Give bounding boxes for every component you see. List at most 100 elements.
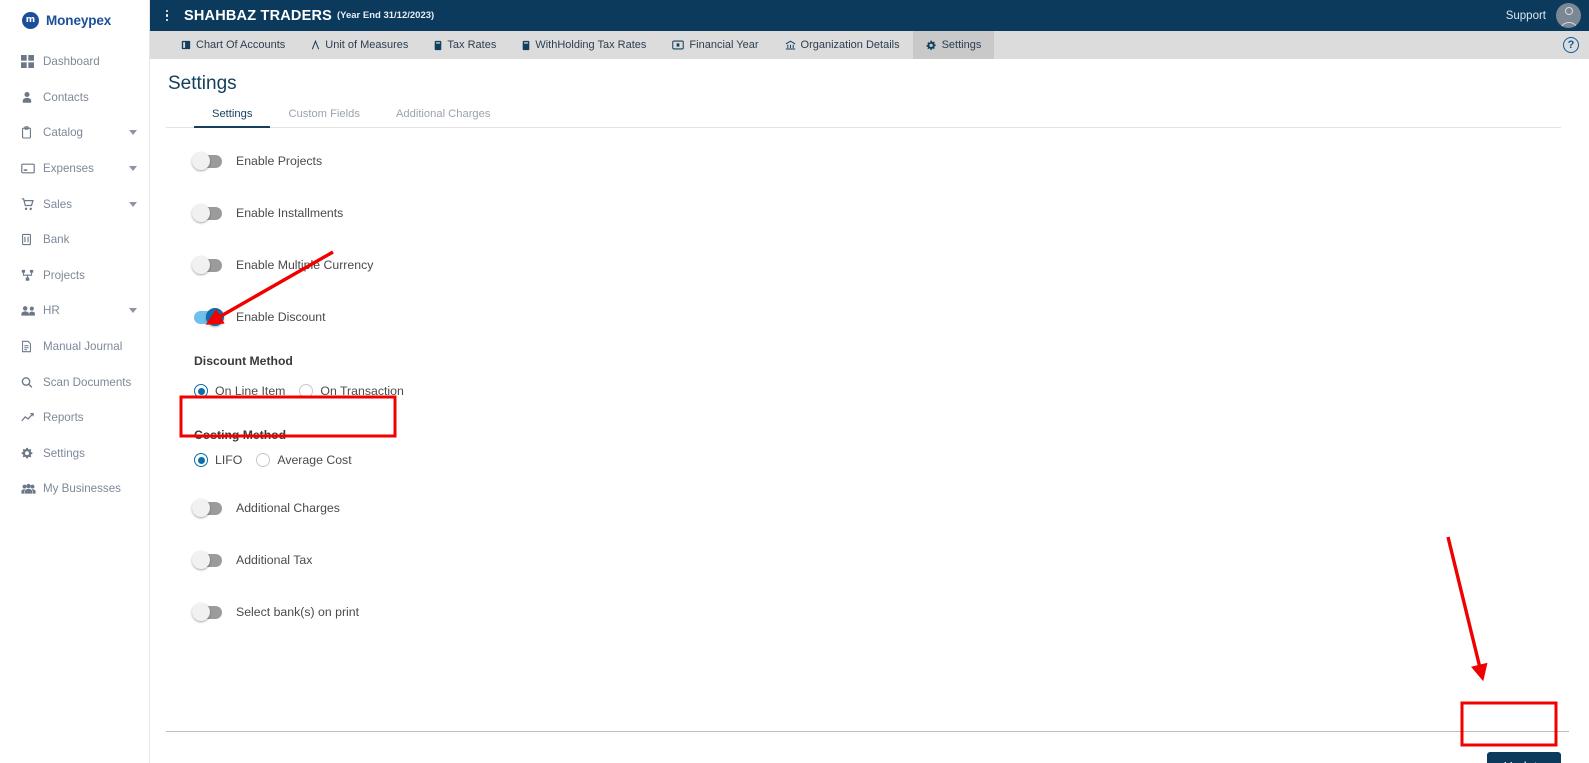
radio-dot-icon [256,453,271,467]
sidebar-item-catalog[interactable]: Catalog [0,115,149,151]
sidebar: m Moneypex Dashboard Contacts Catalog Ex… [0,0,150,763]
moneypex-logo-icon: m [22,12,39,29]
setting-enable-multiple-currency[interactable]: Enable Multiple Currency [192,254,1569,276]
radio-dot-icon [194,384,208,398]
radio-lifo[interactable]: LIFO [194,453,242,467]
user-avatar-icon[interactable] [1556,3,1581,28]
sidebar-item-reports[interactable]: Reports [0,400,149,436]
bank-icon [785,40,796,50]
toggle-enable-projects[interactable] [192,152,222,170]
sidebar-item-manual-journal[interactable]: Manual Journal [0,329,149,365]
book-icon [181,40,191,50]
search-icon [21,376,38,389]
question-mark-icon: ? [1563,37,1579,53]
sidebar-item-label: Settings [43,446,85,460]
sidebar-item-label: Sales [43,197,73,211]
tab-organization-details[interactable]: Organization Details [772,31,913,59]
radio-average-cost[interactable]: Average Cost [256,453,352,467]
gear-icon [926,40,937,51]
radio-on-line-item[interactable]: On Line Item [194,384,285,398]
sidebar-item-hr[interactable]: HR [0,293,149,329]
tab-tax-rates[interactable]: Tax Rates [421,31,509,59]
radio-on-transaction[interactable]: On Transaction [299,384,404,398]
sidebar-item-bank[interactable]: Bank [0,222,149,258]
help-button[interactable]: ? [1563,31,1589,59]
sidebar-item-label: Dashboard [43,55,100,69]
setting-enable-projects[interactable]: Enable Projects [192,150,1569,172]
bank-icon [21,233,38,246]
setting-enable-installments[interactable]: Enable Installments [192,202,1569,224]
costing-method-title: Costing Method [194,428,287,442]
tab-label: Unit of Measures [325,39,409,51]
sidebar-item-expenses[interactable]: Expenses [0,151,149,187]
chart-icon [21,412,38,424]
setting-label: Enable Discount [236,310,326,324]
tab-withholding-tax-rates[interactable]: WithHolding Tax Rates [509,31,659,59]
sidebar-item-label: HR [43,304,60,318]
sidebar-item-dashboard[interactable]: Dashboard [0,44,149,80]
brand[interactable]: m Moneypex [0,0,149,32]
sidebar-item-label: Projects [43,268,85,282]
sidebar-nav: Dashboard Contacts Catalog Expenses Sale… [0,44,149,507]
card-icon [21,162,38,175]
sidebar-item-sales[interactable]: Sales [0,186,149,222]
brand-name: Moneypex [46,13,112,28]
chevron-down-icon[interactable] [129,166,137,172]
setting-label: Additional Charges [236,501,340,515]
toggle-additional-charges[interactable] [192,499,222,517]
toggle-enable-discount[interactable] [194,308,224,326]
chevron-down-icon[interactable] [129,130,137,136]
module-tabbar: Chart Of Accounts Unit of Measures Tax R… [150,31,1589,59]
sidebar-item-contacts[interactable]: Contacts [0,80,149,116]
sidebar-item-projects[interactable]: Projects [0,258,149,294]
sidebar-item-my-businesses[interactable]: My Businesses [0,471,149,507]
subtab-label: Custom Fields [288,108,360,120]
grid-icon [21,55,38,69]
tab-unit-of-measures[interactable]: Unit of Measures [298,31,421,59]
setting-label: Enable Projects [236,154,323,168]
settings-subtabs: Settings Custom Fields Additional Charge… [166,105,1561,128]
footer-divider [166,731,1569,732]
ruler-icon [311,40,320,50]
chevron-down-icon[interactable] [129,308,137,314]
sidebar-item-scan-documents[interactable]: Scan Documents [0,364,149,400]
chevron-down-icon[interactable] [129,201,137,207]
discount-method-group: Discount Method On Line Item On Transact… [194,354,1569,403]
kebab-menu-icon[interactable] [154,9,180,22]
setting-additional-tax[interactable]: Additional Tax [192,549,1569,571]
radio-label: Average Cost [277,453,352,467]
costing-method-group: Costing Method LIFO Average Cost [194,428,1569,467]
sidebar-item-label: Contacts [43,90,89,104]
toggle-additional-tax[interactable] [192,551,222,569]
setting-label: Enable Multiple Currency [236,258,374,272]
subtab-custom-fields[interactable]: Custom Fields [270,105,378,127]
update-button[interactable]: Update [1486,752,1561,763]
tab-settings[interactable]: Settings [912,31,995,59]
discount-method-options: On Line Item On Transaction [194,379,1569,403]
sitemap-icon [21,269,38,282]
setting-enable-discount[interactable]: Enable Discount [194,306,1569,328]
toggle-enable-multiple-currency[interactable] [192,256,222,274]
subtab-additional-charges[interactable]: Additional Charges [378,105,509,127]
content-area: Settings Settings Custom Fields Addition… [150,59,1589,763]
main-area: SHAHBAZ TRADERS (Year End 31/12/2023) Su… [150,0,1589,763]
tab-financial-year[interactable]: Financial Year [659,31,771,59]
sidebar-item-label: Catalog [43,126,83,140]
tab-label: Settings [941,39,982,51]
subtab-label: Additional Charges [395,108,491,120]
setting-select-banks-on-print[interactable]: Select bank(s) on print [192,601,1569,623]
clipboard-icon [21,126,38,140]
top-header: SHAHBAZ TRADERS (Year End 31/12/2023) Su… [150,0,1589,31]
setting-label: Enable Installments [236,206,344,220]
setting-additional-charges[interactable]: Additional Charges [192,497,1569,519]
subtab-label: Settings [212,108,253,120]
support-link[interactable]: Support [1506,10,1546,22]
sidebar-item-settings[interactable]: Settings [0,436,149,472]
user-icon [21,91,38,104]
radio-dot-icon [194,453,208,467]
toggle-enable-installments[interactable] [192,204,222,222]
tab-chart-of-accounts[interactable]: Chart Of Accounts [168,31,298,59]
settings-card: Settings Settings Custom Fields Addition… [150,59,1589,763]
subtab-settings[interactable]: Settings [194,105,271,128]
toggle-select-banks-on-print[interactable] [192,603,222,621]
